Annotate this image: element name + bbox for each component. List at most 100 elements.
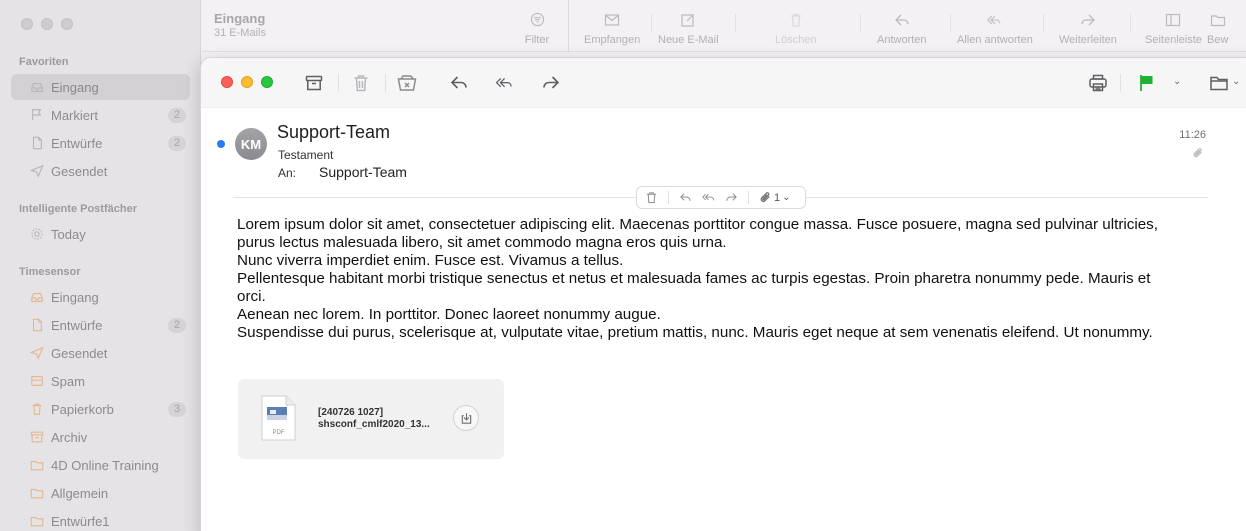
reply-all-label: Allen antworten <box>957 34 1033 46</box>
sidebar-item-trash[interactable]: Papierkorb 3 <box>11 396 190 422</box>
folder-menu-chevron-icon[interactable]: ⌄ <box>1232 76 1240 87</box>
sender-name[interactable]: Support-Team <box>277 122 390 143</box>
reply-button[interactable]: Antworten <box>877 12 927 46</box>
minimize-button[interactable] <box>241 76 253 88</box>
sidebar-item-today[interactable]: Today <box>11 221 190 247</box>
flag-menu-chevron-icon[interactable]: ⌄ <box>1173 76 1181 87</box>
sidebar-item-flagged[interactable]: Markiert 2 <box>11 102 190 128</box>
recipient-name[interactable]: Support-Team <box>319 164 407 180</box>
folder-icon <box>1210 76 1228 91</box>
archive-button[interactable] <box>301 71 327 95</box>
reply-icon[interactable] <box>679 191 692 204</box>
move-icon <box>1207 12 1228 29</box>
move-label: Bew <box>1207 34 1229 46</box>
sidebar-item-archive[interactable]: Archiv <box>11 424 190 450</box>
get-mail-button[interactable]: Empfangen <box>584 12 640 46</box>
new-mail-label: Neue E-Mail <box>658 34 719 46</box>
toolbar-separator <box>1120 74 1121 92</box>
sidebar-item-label: Gesendet <box>51 345 108 361</box>
message-hover-toolbar: 1 ⌄ <box>636 186 806 209</box>
sidebar-item-label: Spam <box>51 373 85 389</box>
message-toolbar: ⌄ ⌄ <box>201 58 1246 108</box>
zoom-button[interactable] <box>261 76 273 88</box>
archive-icon <box>305 75 323 91</box>
sidebar: Favoriten Eingang Markiert 2 Entwürfe 2 … <box>0 0 201 531</box>
delete-label: Löschen <box>775 34 817 46</box>
mailbox-title: Eingang <box>214 11 266 26</box>
toolbar-separator <box>735 14 736 32</box>
new-mail-button[interactable]: Neue E-Mail <box>658 12 719 46</box>
sidebar-item-label: Entwürfe <box>51 135 103 151</box>
junk-icon <box>30 374 44 388</box>
sidebar-item-label: Entwürfe1 <box>51 513 110 529</box>
toolbar-separator <box>1130 14 1131 32</box>
sidebar-item-timesensor-sent[interactable]: Gesendet <box>11 340 190 366</box>
trash-icon[interactable] <box>645 191 658 204</box>
move-button[interactable]: Bew <box>1207 12 1228 46</box>
message-time: 11:26 <box>1179 129 1206 141</box>
sidebar-toggle-button[interactable]: Seitenleiste <box>1145 12 1202 46</box>
draft-icon <box>30 136 44 150</box>
download-attachment-button[interactable] <box>453 405 479 431</box>
mailbox-message-count: 31 E-Mails <box>214 27 266 39</box>
sidebar-item-spam[interactable]: Spam <box>11 368 190 394</box>
get-mail-label: Empfangen <box>584 34 641 46</box>
sidebar-item-inbox[interactable]: Eingang <box>11 74 190 100</box>
pdf-file-icon: PDF <box>261 395 296 441</box>
sidebar-item-allgemein[interactable]: Allgemein <box>11 480 190 506</box>
sidebar-item-label: Gesendet <box>51 163 108 179</box>
trash-icon <box>354 75 368 92</box>
sidebar-item-label: Papierkorb <box>51 401 114 417</box>
forward-button[interactable]: Weiterleiten <box>1059 12 1117 46</box>
sidebar-item-4d-online-training[interactable]: 4D Online Training <box>11 452 190 478</box>
flag-icon <box>1140 75 1153 91</box>
hover-toolbar-separator <box>668 191 669 204</box>
unread-count-badge: 2 <box>168 136 186 151</box>
sidebar-item-label: Archiv <box>51 429 88 445</box>
zoom-button-inactive[interactable] <box>61 18 73 30</box>
sidebar-item-sent[interactable]: Gesendet <box>11 158 190 184</box>
draft-icon <box>30 318 44 332</box>
archive-icon <box>30 430 44 444</box>
sidebar-item-label: Eingang <box>51 79 99 95</box>
reply-button[interactable] <box>446 71 472 95</box>
sidebar-item-label: Entwürfe <box>51 317 103 333</box>
sidebar-item-timesensor-drafts[interactable]: Entwürfe 2 <box>11 312 190 338</box>
close-button-inactive[interactable] <box>21 18 33 30</box>
chevron-down-icon: ⌄ <box>782 192 791 203</box>
attachment-card[interactable]: PDF [240726 1027] shsconf_cmlf2020_13... <box>238 379 504 459</box>
minimize-button-inactive[interactable] <box>41 18 53 30</box>
trash-icon <box>775 12 817 29</box>
flag-button[interactable] <box>1134 71 1160 95</box>
inbox-icon <box>30 80 44 94</box>
message-subject: Testament <box>278 148 334 162</box>
toolbar-separator <box>651 14 652 32</box>
forward-icon[interactable] <box>725 191 738 204</box>
reply-all-button[interactable]: Allen antworten <box>957 12 1033 46</box>
reply-all-button[interactable] <box>490 71 520 95</box>
filter-button[interactable]: Filter <box>523 12 551 46</box>
flag-icon <box>30 108 44 122</box>
sidebar-item-label: Today <box>51 226 86 242</box>
move-to-folder-button[interactable] <box>1205 71 1233 95</box>
envelope-icon <box>584 12 640 29</box>
close-button[interactable] <box>221 76 233 88</box>
body-line: Aenean nec lorem. In porttitor. Donec la… <box>237 306 661 323</box>
inbox-icon <box>30 290 44 304</box>
delete-button-disabled[interactable]: Löschen <box>775 12 817 46</box>
junk-button[interactable] <box>394 71 420 95</box>
folder-icon <box>30 486 44 500</box>
delete-button[interactable] <box>348 71 374 95</box>
print-button[interactable] <box>1085 71 1111 95</box>
forward-button[interactable] <box>538 71 564 95</box>
reply-label: Antworten <box>877 34 927 46</box>
reply-icon <box>877 12 927 29</box>
hover-toolbar-separator <box>748 191 749 204</box>
unread-count-badge: 2 <box>168 318 186 333</box>
toolbar-divider <box>568 0 569 52</box>
sidebar-item-timesensor-inbox[interactable]: Eingang <box>11 284 190 310</box>
sidebar-item-entwuerfe1[interactable]: Entwürfe1 <box>11 508 190 531</box>
sidebar-item-drafts[interactable]: Entwürfe 2 <box>11 130 190 156</box>
attachment-count-button[interactable]: 1 ⌄ <box>759 191 791 204</box>
reply-all-icon[interactable] <box>702 191 715 204</box>
